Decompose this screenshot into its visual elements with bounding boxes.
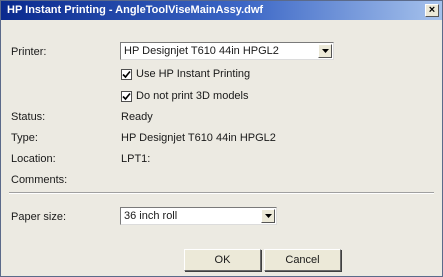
close-icon: × <box>428 4 436 16</box>
no-3d-models-checkbox[interactable] <box>121 90 132 102</box>
paper-size-dropdown-button[interactable] <box>261 209 275 223</box>
ok-button[interactable]: OK <box>184 249 261 271</box>
paper-size-label: Paper size: <box>11 211 67 223</box>
title-bar[interactable]: HP Instant Printing - AngleToolViseMainA… <box>1 1 442 20</box>
chevron-down-icon <box>265 214 272 218</box>
status-label: Status: <box>11 111 46 123</box>
use-instant-printing-checkbox[interactable] <box>121 68 132 80</box>
type-label: Type: <box>11 132 38 144</box>
cancel-button[interactable]: Cancel <box>264 249 341 271</box>
location-label: Location: <box>11 153 56 165</box>
no-3d-models-checkbox-row[interactable]: Do not print 3D models <box>121 90 249 102</box>
use-instant-printing-checkbox-row[interactable]: Use HP Instant Printing <box>121 68 250 80</box>
use-instant-printing-label: Use HP Instant Printing <box>136 68 251 81</box>
comments-label: Comments: <box>11 174 68 186</box>
location-value: LPT1: <box>121 153 151 165</box>
printer-label: Printer: <box>11 46 47 58</box>
window-title: HP Instant Printing - AngleToolViseMainA… <box>7 4 264 16</box>
printer-select-value: HP Designjet T610 44in HPGL2 <box>124 45 279 57</box>
status-value: Ready <box>121 111 153 123</box>
printer-select[interactable]: HP Designjet T610 44in HPGL2 <box>120 42 334 60</box>
printer-dropdown-button[interactable] <box>318 44 332 58</box>
chevron-down-icon <box>322 49 329 53</box>
type-value: HP Designjet T610 44in HPGL2 <box>121 132 276 144</box>
paper-size-select[interactable]: 36 inch roll <box>120 207 277 225</box>
print-dialog: HP Instant Printing - AngleToolViseMainA… <box>0 0 443 277</box>
checkmark-icon <box>122 70 131 78</box>
divider <box>9 192 434 194</box>
paper-size-select-value: 36 inch roll <box>124 210 178 222</box>
checkmark-icon <box>122 92 131 100</box>
no-3d-models-label: Do not print 3D models <box>136 90 249 103</box>
close-button[interactable]: × <box>425 4 439 17</box>
